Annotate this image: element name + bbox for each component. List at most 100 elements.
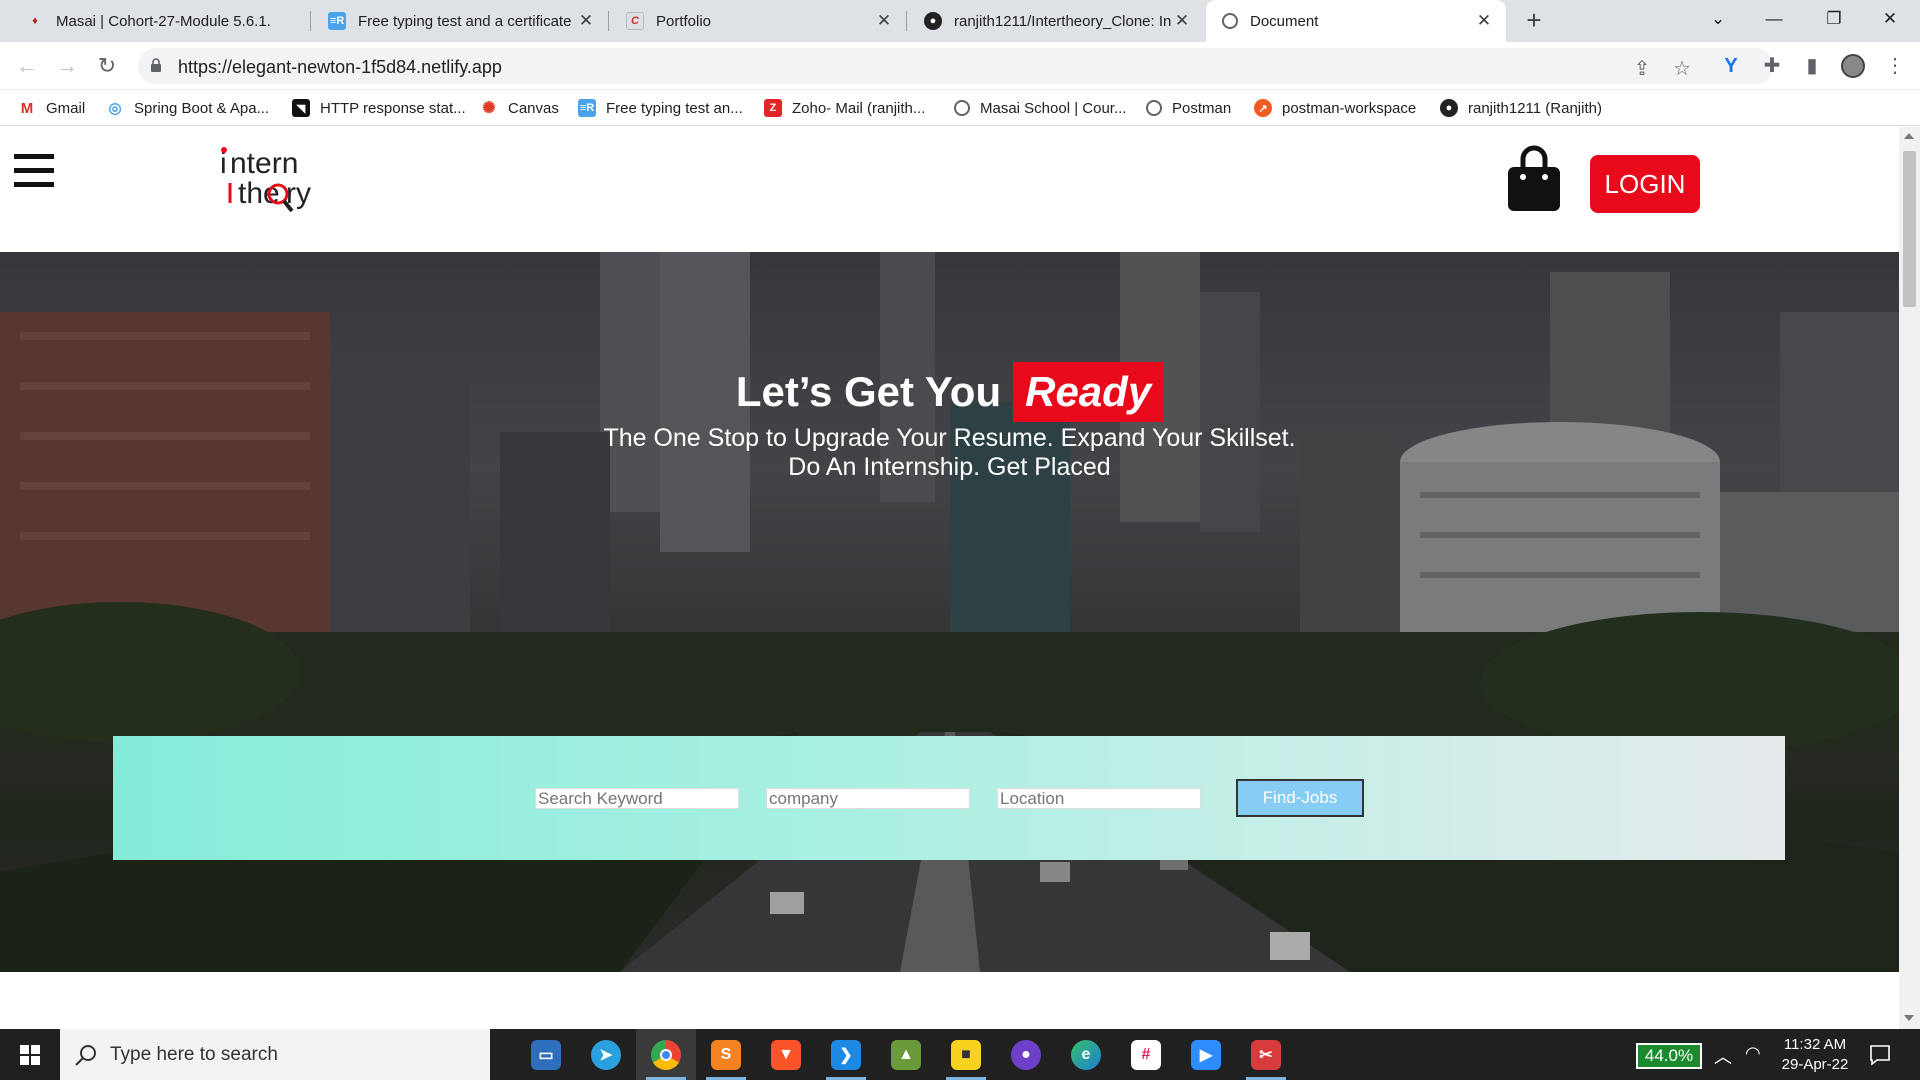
- url-text: https://elegant-newton-1f5d84.netlify.ap…: [178, 57, 502, 77]
- tab-document[interactable]: Document ✕: [1206, 0, 1506, 42]
- bookmark-label: Masai School | Cour...: [980, 99, 1127, 117]
- close-window-icon[interactable]: ✕: [1862, 0, 1918, 38]
- file-explorer-icon: ▭: [531, 1039, 561, 1070]
- system-clock[interactable]: 11:32 AM 29-Apr-22: [1770, 1035, 1860, 1075]
- edge-icon: e: [1071, 1039, 1101, 1070]
- taskbar-sticky-notes[interactable]: ■: [936, 1029, 996, 1080]
- tab-search-icon[interactable]: ⌄: [1690, 0, 1746, 38]
- hamburger-menu-icon[interactable]: [14, 154, 54, 188]
- bookmark-http-status[interactable]: ◥ HTTP response stat...: [292, 97, 466, 119]
- bookmark-label: ranjith1211 (Ranjith): [1468, 99, 1602, 117]
- internship-logo[interactable]: i ntern the ry: [218, 143, 348, 215]
- scroll-down-arrow-icon[interactable]: [1904, 1015, 1914, 1021]
- page-scrollbar[interactable]: [1899, 127, 1920, 1029]
- clock-date: 29-Apr-22: [1781, 1056, 1849, 1073]
- vscode-icon: ❯: [831, 1039, 861, 1070]
- zoom-icon: ▶: [1191, 1039, 1221, 1070]
- postman-icon: ↗: [1254, 99, 1272, 117]
- windows-start-icon[interactable]: [0, 1029, 60, 1080]
- side-panel-icon[interactable]: ▮: [1797, 51, 1827, 81]
- new-tab-button[interactable]: +: [1519, 6, 1549, 36]
- taskbar-edge[interactable]: e: [1056, 1029, 1116, 1080]
- forward-icon[interactable]: →: [52, 51, 82, 81]
- svg-text:ntern: ntern: [230, 147, 298, 180]
- search-keyword-input[interactable]: [535, 788, 739, 809]
- snipping-tool-icon: ✂: [1251, 1039, 1281, 1070]
- taskbar-photos[interactable]: ▲: [876, 1029, 936, 1080]
- menu-kebab-icon[interactable]: ⋮: [1880, 51, 1910, 81]
- extensions-puzzle-icon[interactable]: ✚: [1757, 51, 1787, 81]
- minimize-icon[interactable]: —: [1746, 0, 1802, 38]
- bookmark-spring-boot[interactable]: ◎ Spring Boot & Apa...: [106, 97, 269, 119]
- tab-title: ranjith1211/Intertheory_Clone: In: [954, 12, 1172, 30]
- taskbar-snipping-tool[interactable]: ✂: [1236, 1029, 1296, 1080]
- wifi-icon[interactable]: ◠: [1745, 1043, 1761, 1064]
- tab-title: Portfolio: [656, 12, 712, 30]
- browser-tab-strip: ♦ Masai | Cohort-27-Module 5.6.1. ≡R Fre…: [0, 0, 1920, 42]
- page-viewport: i ntern the ry LOGIN Let’s Get You Ready…: [0, 127, 1899, 1029]
- github-favicon: ●: [924, 12, 942, 30]
- close-tab-icon[interactable]: ✕: [576, 11, 596, 31]
- tray-chevron-icon[interactable]: ︿: [1714, 1043, 1732, 1069]
- login-button[interactable]: LOGIN: [1590, 155, 1700, 213]
- bookmark-postman[interactable]: Postman: [1146, 97, 1231, 119]
- share-icon[interactable]: ⇪: [1630, 58, 1654, 80]
- taskbar-zoom[interactable]: ▶: [1176, 1029, 1236, 1080]
- bookmark-canvas[interactable]: ✺ Canvas: [480, 97, 559, 119]
- clock-time: 11:32 AM: [1783, 1036, 1847, 1053]
- location-input[interactable]: [997, 788, 1201, 809]
- close-tab-icon[interactable]: ✕: [874, 11, 894, 31]
- tab-typing-test[interactable]: ≡R Free typing test and a certificate ✕: [312, 0, 608, 42]
- close-tab-icon[interactable]: ✕: [1172, 11, 1192, 31]
- notifications-icon[interactable]: [1868, 1043, 1892, 1067]
- typing-favicon: ≡R: [328, 12, 346, 30]
- tab-github-repo[interactable]: ● ranjith1211/Intertheory_Clone: In ✕: [908, 0, 1204, 42]
- taskbar-vscode[interactable]: ❯: [816, 1029, 876, 1080]
- windows-taskbar: Type here to search ▭ ➤ S ▼ ❯ ▲ ■ ● e # …: [0, 1029, 1920, 1080]
- tab-title: Document: [1250, 12, 1319, 30]
- bookmark-zoho[interactable]: Z Zoho- Mail (ranjith...: [764, 97, 925, 119]
- tab-masai[interactable]: ♦ Masai | Cohort-27-Module 5.6.1.: [10, 0, 302, 42]
- profile-avatar[interactable]: [1838, 51, 1868, 81]
- bookmark-github-profile[interactable]: ● ranjith1211 (Ranjith): [1440, 97, 1602, 119]
- bookmark-typing[interactable]: ≡R Free typing test an...: [578, 97, 743, 119]
- tab-title: Masai | Cohort-27-Module 5.6.1.: [56, 12, 271, 30]
- company-input[interactable]: [766, 788, 970, 809]
- tab-portfolio[interactable]: C Portfolio ✕: [610, 0, 906, 42]
- site-header: i ntern the ry LOGIN: [0, 127, 1899, 252]
- scroll-up-arrow-icon[interactable]: [1904, 133, 1914, 139]
- scrollbar-thumb[interactable]: [1903, 151, 1916, 307]
- taskbar-telegram[interactable]: ➤: [576, 1029, 636, 1080]
- hero-banner: P Let’s Get You Ready The One Stop to Up…: [0, 252, 1899, 972]
- taskbar-chrome[interactable]: [636, 1029, 696, 1080]
- reload-icon[interactable]: ↻: [92, 51, 122, 81]
- back-icon[interactable]: ←: [12, 51, 42, 81]
- restore-icon[interactable]: ❐: [1806, 0, 1862, 38]
- chrome-icon: [651, 1039, 681, 1070]
- bookmark-gmail[interactable]: M Gmail: [18, 97, 85, 119]
- zoho-icon: Z: [764, 99, 782, 117]
- bookmark-label: Postman: [1172, 99, 1232, 117]
- taskbar-slack[interactable]: #: [1116, 1029, 1176, 1080]
- battery-indicator[interactable]: 44.0%: [1636, 1043, 1702, 1069]
- taskbar-brave[interactable]: ▼: [756, 1029, 816, 1080]
- taskbar-github-desktop[interactable]: ●: [996, 1029, 1056, 1080]
- taskbar-file-explorer[interactable]: ▭: [516, 1029, 576, 1080]
- image-editor-icon: ▲: [891, 1039, 921, 1070]
- bookmark-star-icon[interactable]: ☆: [1670, 58, 1694, 80]
- sticky-notes-icon: ■: [951, 1039, 981, 1070]
- close-tab-icon[interactable]: ✕: [1474, 11, 1494, 31]
- address-bar[interactable]: https://elegant-newton-1f5d84.netlify.ap…: [138, 48, 1773, 84]
- shopping-bag-icon[interactable]: [1506, 145, 1562, 213]
- taskbar-sublime[interactable]: S: [696, 1029, 756, 1080]
- city-background-image: P: [0, 252, 1899, 972]
- extension-v-icon[interactable]: Y: [1716, 51, 1746, 81]
- bookmark-masai-school[interactable]: Masai School | Cour...: [954, 97, 1126, 119]
- search-icon: [75, 1045, 96, 1066]
- taskbar-search[interactable]: Type here to search: [60, 1029, 490, 1080]
- hero-subtitle-line-1: The One Stop to Upgrade Your Resume. Exp…: [603, 424, 1296, 452]
- bookmark-label: Zoho- Mail (ranjith...: [792, 99, 926, 117]
- bookmark-label: Gmail: [46, 99, 86, 117]
- find-jobs-button[interactable]: Find-Jobs: [1236, 779, 1364, 817]
- bookmark-postman-workspace[interactable]: ↗ postman-workspace: [1254, 97, 1416, 119]
